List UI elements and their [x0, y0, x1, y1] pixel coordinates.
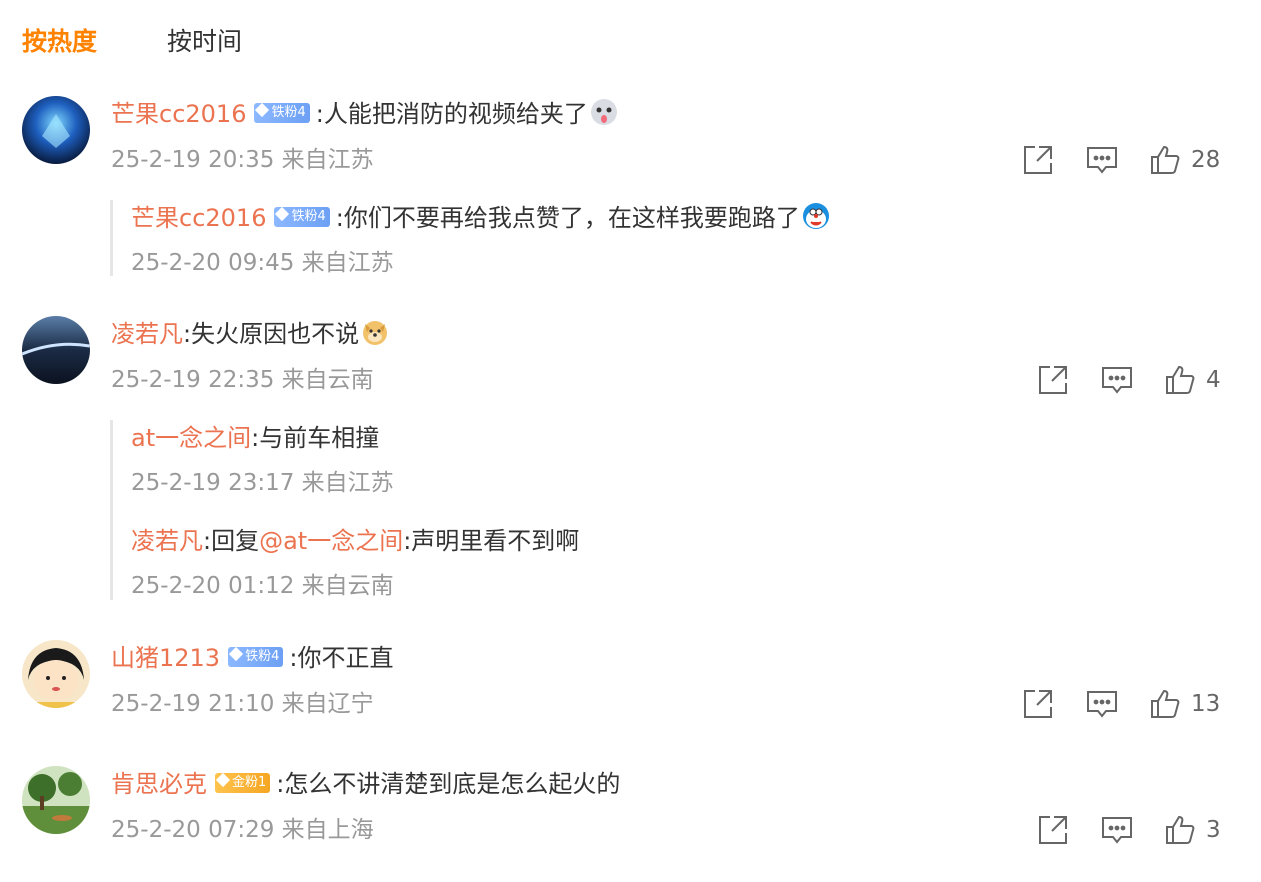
reply-prefix: :回复 [203, 527, 260, 555]
reply-list: 芒果cc2016 铁粉4:你们不要再给我点赞了，在这样我要跑路了 25-2-20 … [110, 200, 1013, 276]
comment-icon[interactable] [1085, 687, 1119, 721]
thumbs-up-icon[interactable] [1163, 363, 1197, 397]
comment-meta: 25-2-19 22:35 来自云南 [111, 367, 374, 393]
like-count: 4 [1206, 367, 1221, 393]
comment-text: :失火原因也不说 [183, 320, 360, 348]
username[interactable]: 肯思必克 [111, 770, 207, 798]
avatar[interactable] [22, 316, 90, 384]
comment-text: :怎么不讲清楚到底是怎么起火的 [276, 770, 621, 798]
comment-line: 芒果cc2016 铁粉4:人能把消防的视频给夹了 [111, 98, 618, 130]
reply-text: :你们不要再给我点赞了，在这样我要跑路了 [335, 204, 800, 232]
reply-line: at一念之间:与前车相撞 [131, 422, 379, 454]
share-icon[interactable] [1036, 813, 1070, 847]
reply-meta: 25-2-19 23:17 来自江苏 [131, 470, 394, 496]
reply-list: at一念之间:与前车相撞 25-2-19 23:17 来自江苏 凌若凡:回复@a… [110, 420, 1013, 600]
diamond-icon [229, 646, 244, 662]
avatar[interactable] [22, 640, 90, 708]
comment-actions: 3 [1036, 813, 1221, 849]
mention-link[interactable]: @at一念之间 [259, 527, 403, 555]
username[interactable]: 凌若凡 [131, 527, 203, 555]
reply-meta: 25-2-20 01:12 来自云南 [131, 573, 394, 599]
like-count: 3 [1206, 817, 1221, 843]
comment-meta: 25-2-19 21:10 来自辽宁 [111, 691, 374, 717]
doge-emoji-icon [361, 318, 389, 346]
like-count: 28 [1191, 147, 1221, 173]
username[interactable]: 芒果cc2016 [111, 100, 246, 128]
share-icon[interactable] [1036, 363, 1070, 397]
diamond-icon [255, 102, 270, 118]
comment-actions: 13 [1021, 687, 1221, 723]
username[interactable]: 山猪1213 [111, 644, 220, 672]
share-icon[interactable] [1021, 687, 1055, 721]
comment-icon[interactable] [1085, 143, 1119, 177]
fan-badge[interactable]: 铁粉4 [254, 102, 310, 123]
like-count: 13 [1191, 691, 1221, 717]
comment-text: :人能把消防的视频给夹了 [315, 100, 588, 128]
avatar[interactable] [22, 766, 90, 834]
comment-line: 凌若凡:失火原因也不说 [111, 318, 389, 350]
tab-sort-by-hot[interactable]: 按热度 [22, 24, 97, 60]
username[interactable]: at一念之间 [131, 424, 251, 452]
thumbs-up-icon[interactable] [1148, 143, 1182, 177]
share-icon[interactable] [1021, 143, 1055, 177]
comment-icon[interactable] [1100, 813, 1134, 847]
doraemon-emoji-icon [802, 202, 830, 230]
comment-line: 肯思必克 金粉1:怎么不讲清楚到底是怎么起火的 [111, 768, 620, 800]
fan-badge[interactable]: 金粉1 [215, 772, 271, 793]
comment-actions: 28 [1021, 143, 1221, 179]
avatar[interactable] [22, 96, 90, 164]
reply-text: :与前车相撞 [251, 424, 380, 452]
comment-icon[interactable] [1100, 363, 1134, 397]
fan-badge[interactable]: 铁粉4 [228, 646, 284, 667]
reply-line: 芒果cc2016 铁粉4:你们不要再给我点赞了，在这样我要跑路了 [131, 202, 830, 234]
comment-text: :你不正直 [289, 644, 394, 672]
thumbs-up-icon[interactable] [1148, 687, 1182, 721]
username[interactable]: 芒果cc2016 [131, 204, 266, 232]
fan-badge[interactable]: 铁粉4 [274, 206, 330, 227]
reply-meta: 25-2-20 09:45 来自江苏 [131, 250, 394, 276]
username[interactable]: 凌若凡 [111, 320, 183, 348]
husky-emoji-icon [590, 98, 618, 126]
comment-meta: 25-2-19 20:35 来自江苏 [111, 147, 374, 173]
comment-line: 山猪1213 铁粉4:你不正直 [111, 642, 393, 674]
thumbs-up-icon[interactable] [1163, 813, 1197, 847]
diamond-icon [275, 206, 290, 222]
tab-sort-by-time[interactable]: 按时间 [167, 24, 242, 60]
comment-meta: 25-2-20 07:29 来自上海 [111, 817, 374, 843]
comment-actions: 4 [1036, 363, 1221, 399]
reply-line: 凌若凡:回复@at一念之间:声明里看不到啊 [131, 525, 579, 557]
reply-text: :声明里看不到啊 [403, 527, 580, 555]
diamond-icon [215, 772, 231, 788]
